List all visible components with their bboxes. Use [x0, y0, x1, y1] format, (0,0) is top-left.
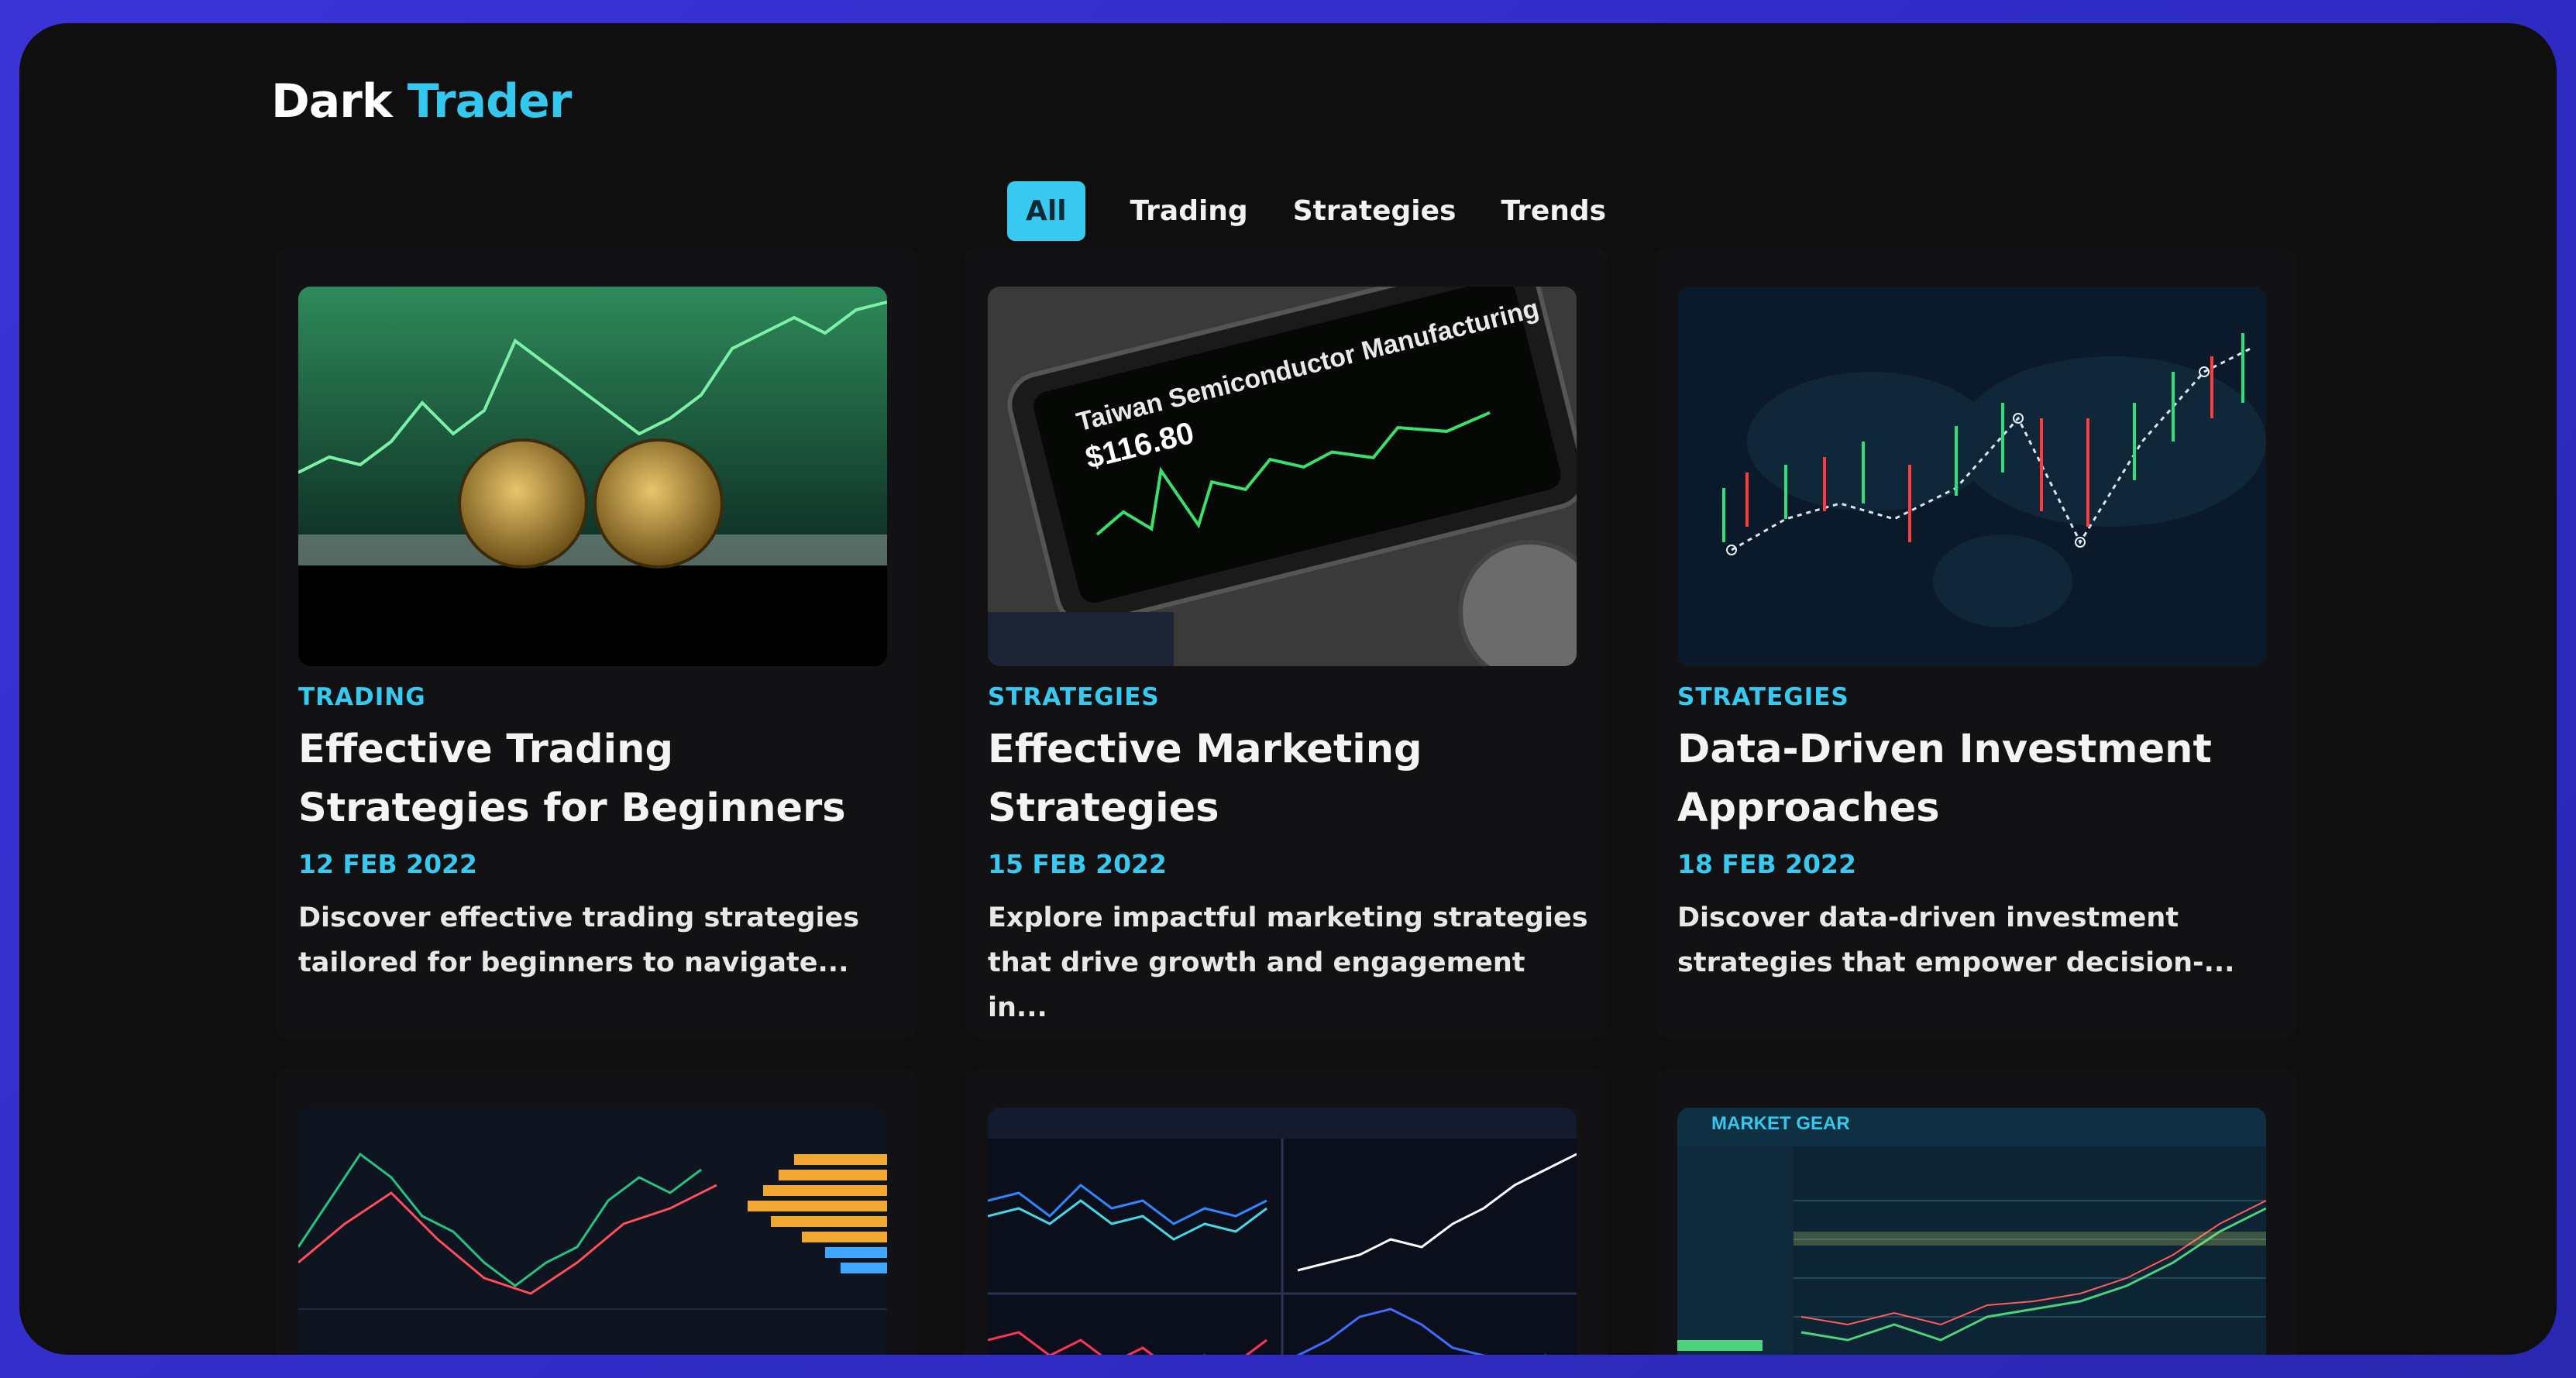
post-thumbnail-volume-profile[interactable]	[298, 1108, 887, 1355]
filter-trading[interactable]: Trading	[1130, 181, 1248, 241]
market-gear-brand-text: MARKET GEAR	[1711, 1113, 1850, 1134]
post-thumbnail-market-gear[interactable]: MARKET GEAR	[1677, 1108, 2266, 1355]
post-title[interactable]: Effective Marketing Strategies	[988, 720, 1600, 838]
post-card[interactable]: TRADING Effective Trading Strategies for…	[275, 248, 918, 1038]
filter-trends[interactable]: Trends	[1501, 181, 1606, 241]
post-date: 12 FEB 2022	[298, 849, 477, 879]
post-excerpt: Discover effective trading strategies ta…	[298, 902, 860, 978]
brand-logo[interactable]: Dark Trader	[271, 74, 573, 129]
post-card[interactable]: MARKET GEAR	[1654, 1069, 2297, 1355]
post-card[interactable]	[965, 1069, 1608, 1355]
post-title[interactable]: Effective Trading Strategies for Beginne…	[298, 720, 910, 838]
post-category[interactable]: TRADING	[298, 683, 426, 711]
post-date: 18 FEB 2022	[1677, 849, 1856, 879]
brand-name-dark: Dark	[271, 74, 393, 129]
post-category[interactable]: STRATEGIES	[1677, 683, 1849, 711]
post-thumbnail-candlestick-map[interactable]	[1677, 287, 2266, 666]
post-excerpt: Explore impactful marketing strategies t…	[988, 902, 1588, 1023]
post-thumbnail-crypto-chart[interactable]	[298, 287, 887, 666]
post-thumbnail-multi-chart[interactable]	[988, 1108, 1577, 1355]
filter-all[interactable]: All	[1007, 181, 1085, 241]
post-card[interactable]: STRATEGIES Data-Driven Investment Approa…	[1654, 248, 2297, 1038]
app-window: Dark Trader All Trading Strategies Trend…	[19, 23, 2557, 1355]
post-excerpt: Discover data-driven investment strategi…	[1677, 902, 2235, 978]
filter-strategies[interactable]: Strategies	[1293, 181, 1457, 241]
post-card[interactable]	[275, 1069, 918, 1355]
category-filter-bar: All Trading Strategies Trends	[1007, 181, 1606, 241]
post-thumbnail-phone-stock[interactable]: Taiwan Semiconductor Manufacturing $116.…	[988, 287, 1577, 666]
post-card[interactable]: Taiwan Semiconductor Manufacturing $116.…	[965, 248, 1608, 1038]
post-date: 15 FEB 2022	[988, 849, 1167, 879]
post-category[interactable]: STRATEGIES	[988, 683, 1160, 711]
post-title[interactable]: Data-Driven Investment Approaches	[1677, 720, 2289, 838]
brand-name-trader: Trader	[407, 74, 573, 129]
